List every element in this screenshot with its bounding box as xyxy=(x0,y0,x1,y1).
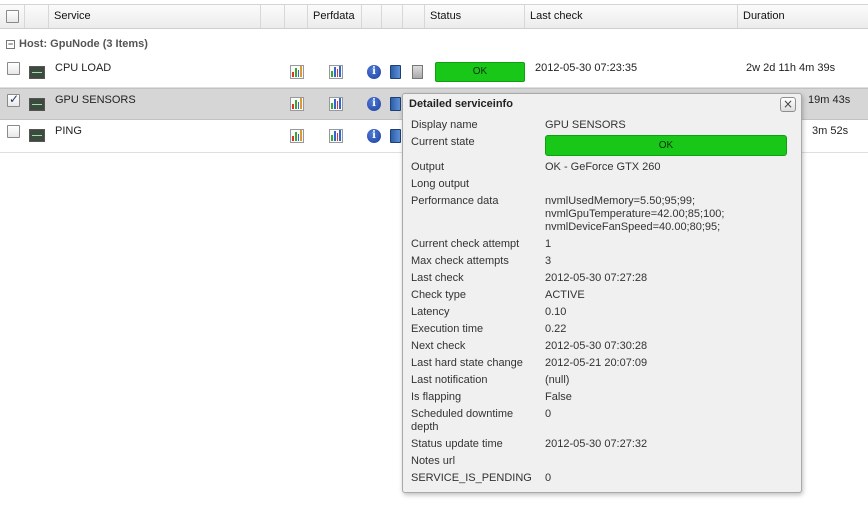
field-label: Latency xyxy=(411,306,450,318)
bar-chart-icon[interactable] xyxy=(290,97,304,111)
select-all-checkbox[interactable] xyxy=(6,10,19,23)
duration-value: 19m 43s xyxy=(808,94,851,106)
document-icon[interactable] xyxy=(412,65,423,79)
row-checkbox[interactable] xyxy=(7,125,20,138)
table-row[interactable]: CPU LOAD i OK 2012-05-30 07:23:35 2w 2d … xyxy=(0,56,868,88)
perfdata-line: nvmlGpuTemperature=42.00;85;100; xyxy=(545,208,725,220)
header-perfdata[interactable]: Perfdata xyxy=(308,5,362,28)
header-blank-4 xyxy=(382,5,403,28)
field-value: ACTIVE xyxy=(545,289,585,301)
field-label: Max check attempts xyxy=(411,255,509,267)
perfdata-line: nvmlUsedMemory=5.50;95;99; xyxy=(545,195,696,207)
field-value: 0.10 xyxy=(545,306,567,318)
bar-chart-settings-icon[interactable] xyxy=(329,129,343,143)
current-state-badge: OK xyxy=(545,135,787,156)
field-value: 0.22 xyxy=(545,323,567,335)
last-check-value: 2012-05-30 07:23:35 xyxy=(535,62,638,74)
field-value: (null) xyxy=(545,374,570,386)
grid-header: Service Perfdata Status Last check Durat… xyxy=(0,4,868,29)
select-all-cell xyxy=(0,5,25,28)
header-last-check[interactable]: Last check xyxy=(525,5,738,28)
row-checkbox[interactable] xyxy=(7,92,20,107)
header-blank-1 xyxy=(261,5,285,28)
field-value: 2012-05-21 20:07:09 xyxy=(545,357,648,369)
bar-chart-icon[interactable] xyxy=(290,65,304,79)
close-icon[interactable]: × xyxy=(780,97,796,112)
info-icon[interactable]: i xyxy=(367,129,381,143)
popup-title: Detailed serviceinfo xyxy=(409,98,513,110)
field-label: Next check xyxy=(411,340,466,352)
monitor-icon xyxy=(29,129,45,142)
field-label: Notes url xyxy=(411,455,456,467)
header-icon-col xyxy=(25,5,49,28)
field-value: 2012-05-30 07:30:28 xyxy=(545,340,648,352)
field-value: 0 xyxy=(545,408,552,420)
field-value: 0 xyxy=(545,472,552,484)
host-group-label: Host: GpuNode (3 Items) xyxy=(19,38,148,50)
field-value: 2012-05-30 07:27:28 xyxy=(545,272,648,284)
field-label: Check type xyxy=(411,289,467,301)
bar-chart-settings-icon[interactable] xyxy=(329,65,343,79)
header-status[interactable]: Status xyxy=(425,5,525,28)
field-label: Last notification xyxy=(411,374,488,386)
field-label: Execution time xyxy=(411,323,484,335)
header-blank-3 xyxy=(362,5,382,28)
status-badge: OK xyxy=(435,62,525,82)
book-icon[interactable] xyxy=(390,97,401,111)
collapse-icon[interactable]: − xyxy=(6,40,15,49)
field-value: 2012-05-30 07:27:32 xyxy=(545,438,648,450)
header-blank-2 xyxy=(285,5,308,28)
field-label: Current check attempt xyxy=(411,238,520,250)
row-checkbox[interactable] xyxy=(7,62,20,75)
book-icon[interactable] xyxy=(390,65,401,79)
duration-value: 2w 2d 11h 4m 39s xyxy=(746,62,836,74)
header-duration[interactable]: Duration xyxy=(738,5,868,28)
field-label: Current state xyxy=(411,136,475,148)
field-value: 1 xyxy=(545,238,552,250)
field-label: Status update time xyxy=(411,438,503,450)
book-icon[interactable] xyxy=(390,129,401,143)
field-label: Scheduled downtime xyxy=(411,408,514,420)
service-info-popup: Detailed serviceinfo × Display name GPU … xyxy=(402,93,802,493)
field-label: Long output xyxy=(411,178,470,190)
service-name[interactable]: PING xyxy=(55,125,82,137)
duration-value: 3m 52s xyxy=(812,125,849,137)
field-label: Last check xyxy=(411,272,464,284)
service-name[interactable]: CPU LOAD xyxy=(55,62,111,74)
info-icon[interactable]: i xyxy=(367,65,381,79)
field-label: Output xyxy=(411,161,445,173)
field-label: Performance data xyxy=(411,195,499,207)
service-name[interactable]: GPU SENSORS xyxy=(55,94,136,106)
field-label: Display name xyxy=(411,119,478,131)
field-label: depth xyxy=(411,421,439,433)
bar-chart-settings-icon[interactable] xyxy=(329,97,343,111)
monitor-icon xyxy=(29,66,45,79)
field-value: 3 xyxy=(545,255,552,267)
header-service[interactable]: Service xyxy=(49,5,261,28)
field-value: OK - GeForce GTX 260 xyxy=(545,161,661,173)
host-group-header[interactable]: − Host: GpuNode (3 Items) xyxy=(0,34,868,54)
field-value: GPU SENSORS xyxy=(545,119,626,131)
field-label: Is flapping xyxy=(411,391,462,403)
field-value: False xyxy=(545,391,572,403)
field-label: SERVICE_IS_PENDING xyxy=(411,472,532,484)
perfdata-line: nvmlDeviceFanSpeed=40.00;80;95; xyxy=(545,221,721,233)
info-icon[interactable]: i xyxy=(367,97,381,111)
field-label: Last hard state change xyxy=(411,357,523,369)
bar-chart-icon[interactable] xyxy=(290,129,304,143)
header-blank-5 xyxy=(403,5,425,28)
monitor-icon xyxy=(29,98,45,111)
